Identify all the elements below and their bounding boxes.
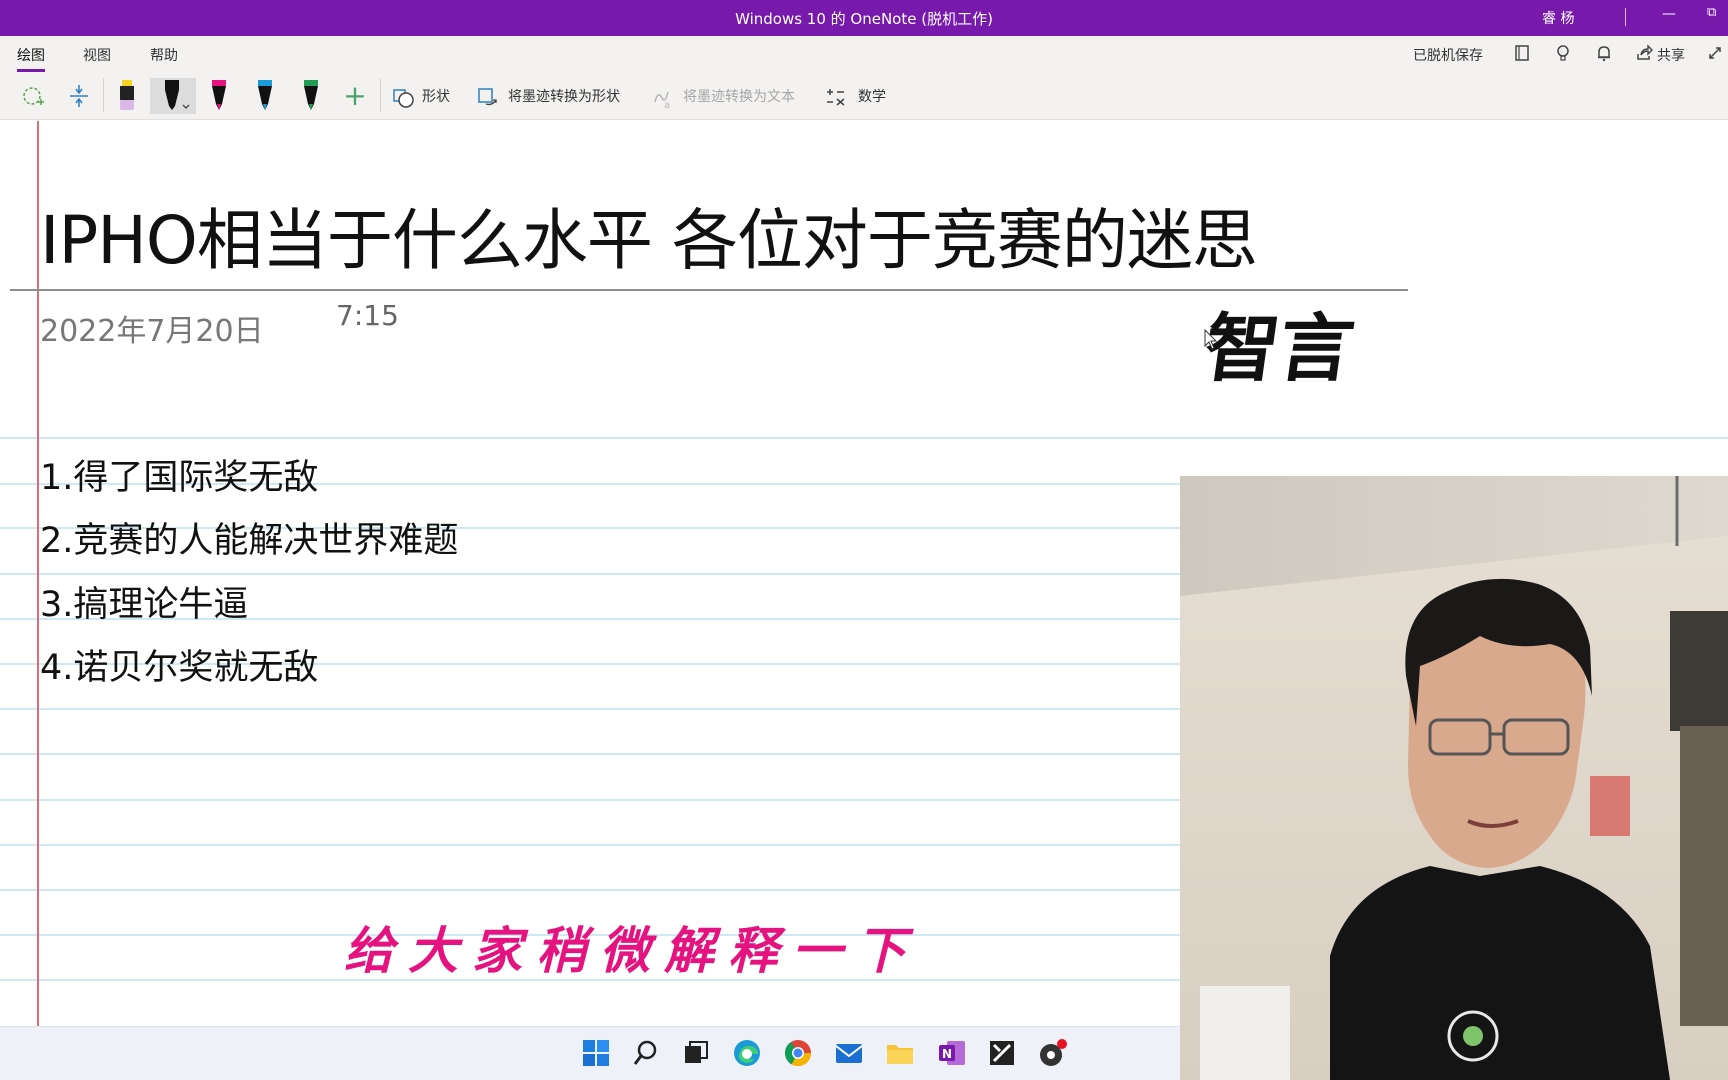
shapes-button[interactable]: 形状 bbox=[422, 86, 450, 106]
math-icon[interactable] bbox=[826, 78, 850, 114]
share-button[interactable]: 共享 bbox=[1657, 45, 1685, 65]
ribbon-tabs: 绘图 视图 帮助 已脱机保存 共享 bbox=[0, 36, 1728, 72]
windows-taskbar: N bbox=[0, 1026, 1180, 1080]
draw-toolbar: + 形状 将墨迹转换为形状 a 将墨迹转换为文本 数学 bbox=[0, 72, 1728, 120]
file-explorer-icon[interactable] bbox=[884, 1037, 916, 1069]
list-item[interactable]: 2.竞赛的人能解决世界难题 bbox=[40, 512, 458, 563]
pen-cyan[interactable] bbox=[252, 78, 278, 114]
task-view-icon[interactable] bbox=[680, 1037, 712, 1069]
highlighter-yellow-pen[interactable] bbox=[114, 78, 140, 114]
bell-icon[interactable] bbox=[1594, 44, 1614, 64]
ink-signature: 智言 bbox=[1199, 306, 1360, 392]
mail-icon[interactable] bbox=[833, 1037, 865, 1069]
list-item[interactable]: 1.得了国际奖无敌 bbox=[40, 449, 318, 500]
list-item[interactable]: 4.诺贝尔奖就无敌 bbox=[40, 639, 318, 690]
add-space-tool[interactable] bbox=[66, 78, 92, 114]
ink-to-shape-icon[interactable] bbox=[476, 78, 500, 114]
title-bar: Windows 10 的 OneNote (脱机工作) 睿 杨 — ⧉ bbox=[0, 0, 1728, 36]
tab-view[interactable]: 视图 bbox=[83, 45, 111, 65]
user-name[interactable]: 睿 杨 bbox=[1542, 8, 1574, 28]
edge-browser-icon[interactable] bbox=[731, 1037, 763, 1069]
pen-black-selected[interactable] bbox=[150, 78, 196, 114]
expand-icon[interactable] bbox=[1705, 44, 1725, 64]
share-icon[interactable] bbox=[1634, 44, 1654, 64]
ink-handwritten-note: 给大家稍微解释一下 bbox=[344, 921, 920, 980]
page-margin-line bbox=[37, 121, 39, 1026]
window-title: Windows 10 的 OneNote (脱机工作) bbox=[735, 10, 993, 28]
recorder-app-icon[interactable] bbox=[1036, 1037, 1068, 1069]
offline-saved-status: 已脱机保存 bbox=[1413, 48, 1483, 64]
toolbar-separator bbox=[103, 78, 104, 112]
drawing-app-icon[interactable] bbox=[986, 1037, 1018, 1069]
notebooks-icon[interactable] bbox=[1512, 44, 1532, 64]
list-item[interactable]: 3.搞理论牛逼 bbox=[40, 576, 248, 627]
page-date: 2022年7月20日 bbox=[40, 314, 264, 349]
pen-magenta[interactable] bbox=[206, 78, 232, 114]
webcam-overlay bbox=[1180, 476, 1728, 1080]
page-time: 7:15 bbox=[336, 299, 399, 332]
shapes-icon[interactable] bbox=[392, 78, 416, 114]
minimize-button[interactable]: — bbox=[1662, 6, 1676, 22]
ink-to-text-icon: a bbox=[652, 78, 676, 114]
lasso-select-tool[interactable] bbox=[20, 78, 48, 114]
start-menu-icon[interactable] bbox=[580, 1037, 612, 1069]
ink-to-shape-button[interactable]: 将墨迹转换为形状 bbox=[508, 86, 620, 106]
mouse-cursor-icon bbox=[1204, 328, 1218, 355]
ink-to-text-button[interactable]: 将墨迹转换为文本 bbox=[683, 86, 795, 106]
pen-green[interactable] bbox=[298, 78, 324, 114]
lightbulb-icon[interactable] bbox=[1553, 44, 1573, 64]
add-pen-button[interactable]: + bbox=[342, 78, 368, 114]
svg-text:a: a bbox=[664, 100, 670, 111]
tab-help[interactable]: 帮助 bbox=[150, 45, 178, 65]
page-title[interactable]: IPHO相当于什么水平 各位对于竞赛的迷思 bbox=[40, 187, 1258, 283]
chrome-browser-icon[interactable] bbox=[782, 1037, 814, 1069]
svg-text:N: N bbox=[942, 1047, 952, 1061]
title-divider bbox=[10, 289, 1408, 291]
restore-button[interactable]: ⧉ bbox=[1707, 5, 1716, 20]
tab-draw[interactable]: 绘图 bbox=[17, 45, 45, 72]
search-icon[interactable] bbox=[630, 1037, 662, 1069]
webcam-person-image bbox=[1180, 476, 1728, 1080]
title-separator bbox=[1625, 8, 1626, 26]
toolbar-separator bbox=[380, 78, 381, 112]
onenote-icon[interactable]: N bbox=[936, 1037, 968, 1069]
math-button[interactable]: 数学 bbox=[858, 86, 886, 106]
rule-line bbox=[0, 437, 1728, 439]
